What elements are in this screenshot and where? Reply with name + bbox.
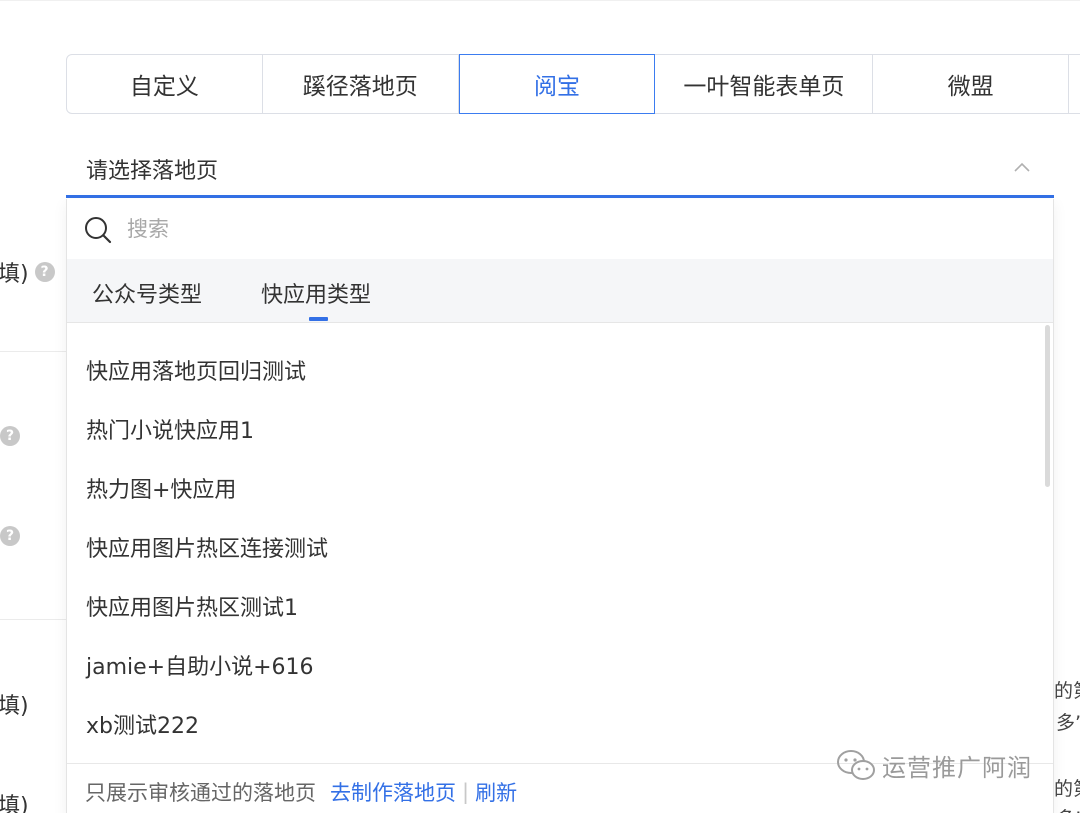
- tab-yuebao[interactable]: 阅宝: [458, 54, 656, 114]
- create-landing-page-link[interactable]: 去制作落地页: [330, 777, 456, 807]
- clipped-text: 的第: [1054, 778, 1080, 800]
- list-item[interactable]: xb测试222: [67, 694, 1053, 753]
- tab-more[interactable]: [1069, 55, 1080, 113]
- landing-page-dropdown: 公众号类型 快应用类型 快应用落地页回归测试 热门小说快应用1 热力图+快应用 …: [66, 199, 1054, 813]
- top-divider: [0, 0, 1080, 1]
- list-scrollbar[interactable]: [1045, 325, 1050, 487]
- search-input[interactable]: [127, 209, 1027, 249]
- page: 自定义 蹊径落地页 阅宝 一叶智能表单页 微盟 选填) ? ? ? 选填) 选填…: [0, 0, 1080, 813]
- help-icon[interactable]: ?: [0, 526, 20, 546]
- watermark: 运营推广阿润: [836, 748, 1032, 783]
- type-tabs: 公众号类型 快应用类型: [67, 259, 1053, 323]
- tab-yiye-form[interactable]: 一叶智能表单页: [655, 55, 874, 113]
- clipped-text: 多”: [1056, 804, 1080, 813]
- footer-divider: |: [462, 779, 470, 804]
- list-item[interactable]: 快应用图片热区测试1: [67, 576, 1053, 635]
- form-label-text: 选填): [0, 262, 29, 287]
- wechat-icon: [837, 749, 875, 780]
- approved-only-note: 只展示审核通过的落地页: [85, 780, 316, 805]
- watermark-text: 运营推广阿润: [882, 754, 1032, 782]
- landing-source-tabs: 自定义 蹊径落地页 阅宝 一叶智能表单页 微盟: [66, 54, 1080, 114]
- tab-custom[interactable]: 自定义: [67, 55, 263, 113]
- active-tab-indicator: [309, 317, 328, 321]
- form-label-text: 选填): [0, 794, 29, 813]
- list-item[interactable]: 快应用落地页回归测试: [67, 340, 1053, 399]
- clipped-text: 多”: [1056, 712, 1080, 734]
- help-icon[interactable]: ?: [34, 262, 55, 282]
- clipped-text: 的第: [1054, 680, 1080, 702]
- chevron-up-icon[interactable]: [1014, 160, 1030, 176]
- row-divider: [0, 619, 66, 620]
- landing-page-list: 快应用落地页回归测试 热门小说快应用1 热力图+快应用 快应用图片热区连接测试 …: [67, 323, 1053, 763]
- form-label-optional-1: 选填) ?: [0, 256, 55, 288]
- row-divider: [0, 351, 66, 352]
- landing-page-select[interactable]: 请选择落地页: [66, 142, 1054, 198]
- select-placeholder: 请选择落地页: [86, 158, 219, 184]
- tab-qijing[interactable]: 蹊径落地页: [263, 55, 459, 113]
- form-label-optional-3: 选填): [0, 788, 29, 813]
- list-item[interactable]: 热门小说快应用1: [67, 399, 1053, 458]
- tab-weimeng[interactable]: 微盟: [873, 55, 1070, 113]
- refresh-link[interactable]: 刷新: [475, 777, 517, 807]
- search-icon: [85, 217, 112, 244]
- search-row: [67, 199, 1053, 259]
- list-item[interactable]: 快应用图片热区连接测试: [67, 517, 1053, 576]
- form-label-optional-2: 选填): [0, 688, 29, 720]
- tab-official-account-type[interactable]: 公众号类型: [92, 277, 202, 309]
- list-item[interactable]: 热力图+快应用: [67, 458, 1053, 517]
- form-label-text: 选填): [0, 694, 29, 719]
- help-icon[interactable]: ?: [0, 426, 20, 446]
- list-item[interactable]: jamie+自助小说+616: [67, 635, 1053, 694]
- tab-quick-app-type[interactable]: 快应用类型: [261, 277, 371, 309]
